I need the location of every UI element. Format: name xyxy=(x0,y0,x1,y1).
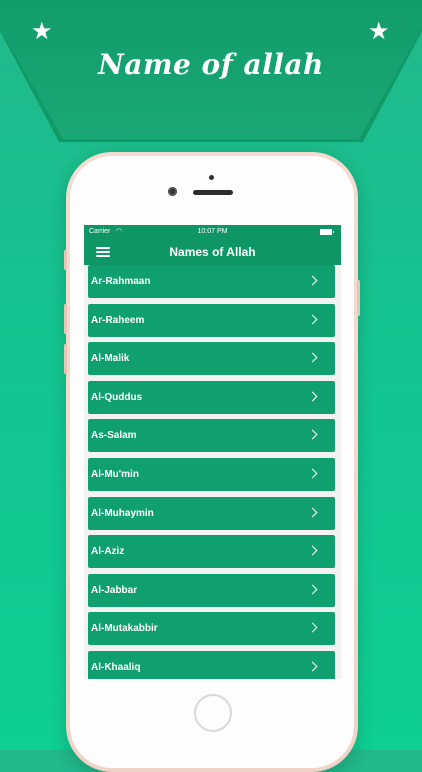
chevron-right-icon xyxy=(307,314,318,325)
list-item[interactable]: Al-Malik xyxy=(88,342,335,376)
promo-banner: ★ ★ Name of allah xyxy=(0,0,422,142)
chevron-right-icon xyxy=(307,584,318,595)
battery-icon xyxy=(320,229,332,235)
nav-title: Names of Allah xyxy=(169,245,256,259)
list-item-label: Al-Mutakabbir xyxy=(91,623,158,635)
battery-tip xyxy=(333,231,334,233)
list-item-label: Al-Khaaliq xyxy=(91,662,141,673)
chevron-right-icon xyxy=(307,391,318,402)
chevron-right-icon xyxy=(307,661,318,672)
list-item[interactable]: Ar-Rahmaan xyxy=(88,265,335,298)
names-list: Ar-Rahmaan Ar-Raheem Al-Malik Al-Quddus As-S… xyxy=(84,265,341,679)
list-item-label: As-Salam xyxy=(91,430,137,442)
status-bar: Carrier ◠ 10:07 PM xyxy=(84,225,341,239)
list-item[interactable]: Al-Mutakabbir xyxy=(88,612,335,646)
star-icon-left: ★ xyxy=(31,18,53,45)
power-button xyxy=(357,280,360,316)
list-item[interactable]: Al-Aziz xyxy=(88,535,335,569)
nav-bar: Names of Allah xyxy=(84,239,341,265)
chevron-right-icon xyxy=(307,468,318,479)
list-item[interactable]: Al-Khaaliq xyxy=(88,651,335,679)
list-item-label: Al-Malik xyxy=(91,353,130,365)
list-item[interactable]: Ar-Raheem xyxy=(88,303,335,337)
volume-button-down xyxy=(64,304,67,334)
list-item-label: Ar-Rahmaan xyxy=(91,276,151,287)
chevron-right-icon xyxy=(307,507,318,518)
chevron-right-icon xyxy=(307,275,318,286)
earpiece-speaker xyxy=(193,190,233,195)
front-camera xyxy=(168,187,177,196)
chevron-right-icon xyxy=(307,545,318,556)
banner-title: Name of allah xyxy=(98,48,324,81)
list-item[interactable]: Al-Jabbar xyxy=(88,573,335,607)
list-item-label: Al-Quddus xyxy=(91,391,143,403)
status-time: 10:07 PM xyxy=(197,228,228,235)
chevron-right-icon xyxy=(307,622,318,633)
list-item-label: Al-Mu'min xyxy=(91,469,139,480)
mute-switch xyxy=(64,344,67,374)
list-item-label: Al-Muhaymin xyxy=(91,507,154,519)
list-item[interactable]: Al-Mu'min xyxy=(88,458,335,491)
home-button[interactable] xyxy=(194,694,232,732)
chevron-right-icon xyxy=(307,429,318,440)
star-icon-right: ★ xyxy=(368,18,390,45)
list-item-label: Ar-Raheem xyxy=(91,314,145,326)
list-item[interactable]: Al-Muhaymin xyxy=(88,496,335,530)
volume-button-up xyxy=(64,250,67,270)
chevron-right-icon xyxy=(307,352,318,363)
list-item-label: Al-Jabbar xyxy=(91,584,138,596)
app-screen: Carrier ◠ 10:07 PM Names of Allah Ar-Rah… xyxy=(84,225,341,679)
list-item[interactable]: Al-Quddus xyxy=(88,380,335,414)
proximity-sensor xyxy=(209,175,214,180)
list-item-label: Al-Aziz xyxy=(91,546,125,558)
list-item[interactable]: As-Salam xyxy=(88,419,335,453)
